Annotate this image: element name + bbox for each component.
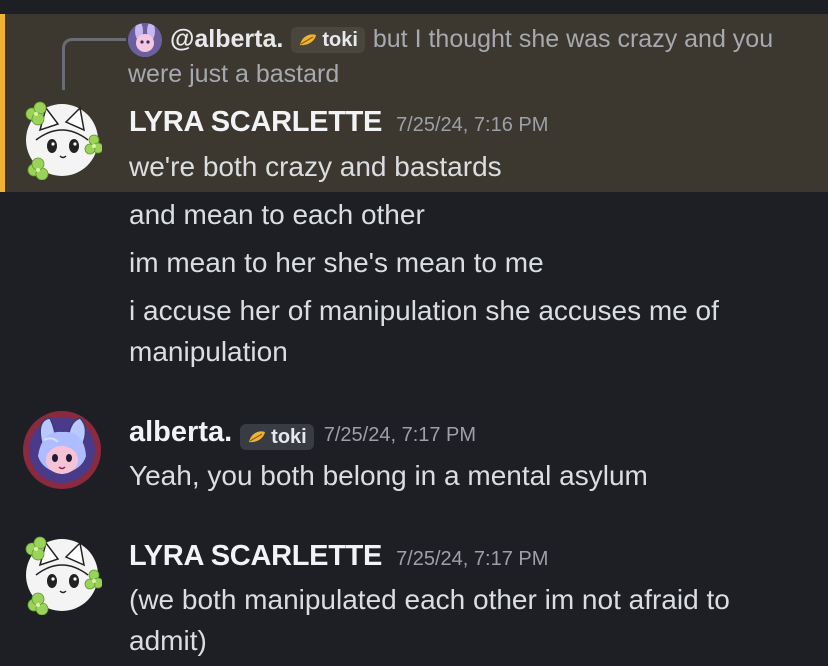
timestamp[interactable]: 7/25/24, 7:17 PM [396,548,548,570]
author-name[interactable]: LYRA SCARLETTE [129,540,382,572]
message-header: alberta. toki 7/25/24, 7:17 PM [129,416,476,450]
reply-spine [62,38,126,90]
reply-preview[interactable]: @alberta. toki but I thought she was crazy… [128,22,818,91]
author-name[interactable]: alberta. [129,416,232,448]
message-line: we're both crazy and bastards [129,151,502,182]
reply-tag[interactable]: toki [291,27,365,54]
reply-tag-label: toki [322,29,358,52]
timestamp[interactable]: 7/25/24, 7:17 PM [324,424,476,446]
avatar-lyra[interactable] [22,535,104,616]
avatar-lyra[interactable] [22,100,104,181]
timestamp[interactable]: 7/25/24, 7:16 PM [396,114,548,136]
white-cat-clover-avatar [25,101,104,181]
leaf-badge-icon [249,431,266,442]
leaf-badge-icon [300,34,317,46]
avatar-alberta[interactable] [22,410,102,490]
message-line: (we both manipulated each other im not a… [129,584,730,656]
chat-log: @alberta. toki but I thought she was crazy… [0,0,828,666]
message-line: i accuse her of manipulation she accuses… [129,295,719,367]
user-tag[interactable]: toki [240,423,314,450]
reply-username[interactable]: @alberta. [170,25,283,53]
message-header: LYRA SCARLETTE 7/25/24, 7:17 PM [129,540,548,573]
message-line: Yeah, you both belong in a mental asylum [129,460,648,491]
message-line: im mean to her she's mean to me [129,247,544,278]
message-line: and mean to each other [129,199,425,230]
pink-bunny-avatar [23,411,101,489]
author-name[interactable]: LYRA SCARLETTE [129,106,382,138]
white-cat-clover-avatar [25,536,104,616]
message-header: LYRA SCARLETTE 7/25/24, 7:16 PM [129,106,548,139]
mention-bar [0,14,5,192]
reply-avatar[interactable] [128,23,162,58]
user-tag-label: toki [271,425,307,448]
